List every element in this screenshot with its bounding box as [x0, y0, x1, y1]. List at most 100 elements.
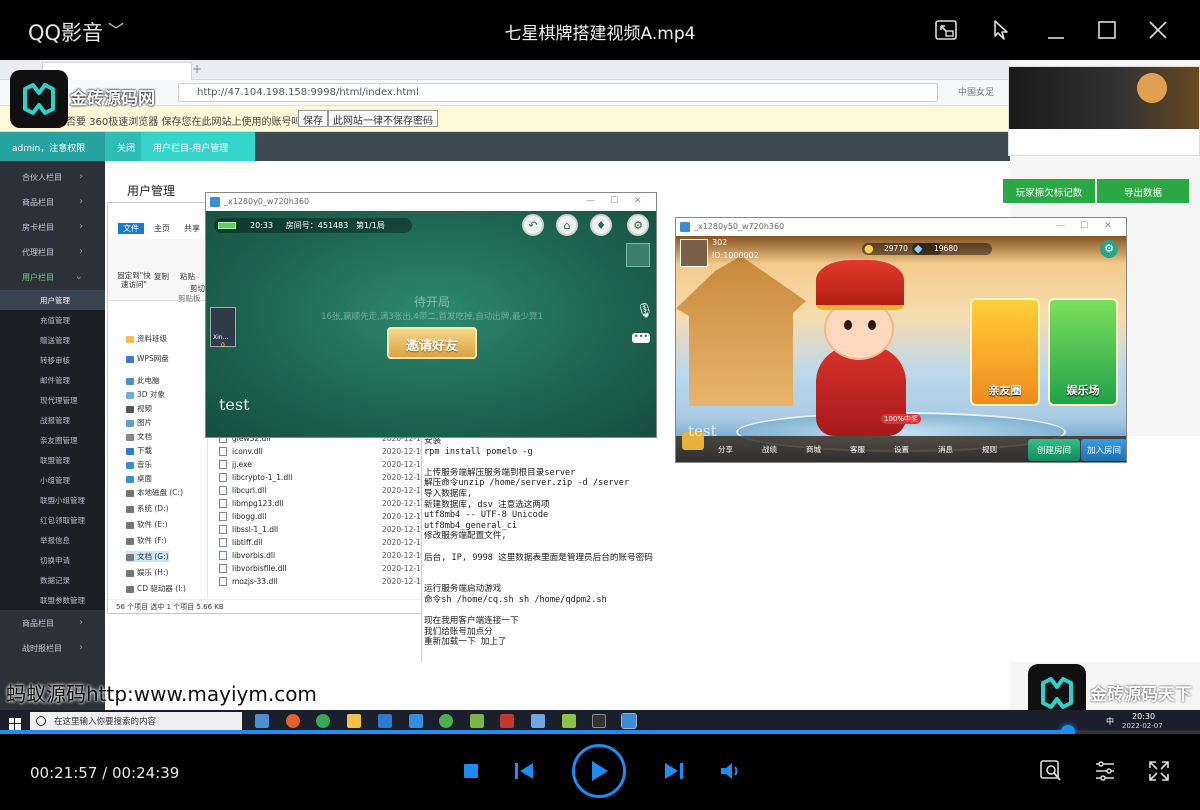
game-table[interactable]: 20:33 房间号：451483 第1/1局 ↶ ⌂ ♦ ⚙ 待开局 16张,赢…: [206, 211, 656, 437]
screenshot-icon[interactable]: [1038, 758, 1064, 784]
chat-icon[interactable]: •••: [632, 333, 650, 343]
file-row[interactable]: libogg.dll 2020-12-15: [216, 511, 426, 524]
close-icon[interactable]: ✕: [1104, 221, 1112, 231]
mini-mode-icon[interactable]: [932, 16, 960, 44]
create-room-button[interactable]: 创建房间: [1028, 439, 1080, 461]
app-icon[interactable]: [531, 714, 545, 728]
copy-button[interactable]: 复制: [154, 271, 169, 282]
sidebar-subitem[interactable]: 战报管理: [0, 410, 105, 430]
lobby-menu-item[interactable]: 客服: [850, 444, 865, 455]
avatar[interactable]: [680, 239, 708, 267]
gear-icon[interactable]: ⚙: [1100, 240, 1118, 258]
sidebar-subitem[interactable]: 红包领取管理: [0, 510, 105, 530]
taskview-icon[interactable]: [255, 714, 269, 728]
minimize-icon[interactable]: —: [586, 196, 595, 206]
taskbar-search-box[interactable]: 在这里输入你要搜索的内容: [30, 712, 242, 730]
file-row[interactable]: libtiff.dll 2020-12-15: [216, 537, 426, 550]
tab-share[interactable]: 共享: [184, 223, 200, 234]
entertainment-card[interactable]: 娱乐场: [1048, 298, 1118, 406]
close-icon[interactable]: [1144, 16, 1172, 44]
sidebar-subitem[interactable]: 用户管理: [0, 290, 105, 310]
maximize-icon[interactable]: ☐: [1080, 221, 1088, 231]
previous-icon[interactable]: [512, 760, 536, 782]
notes-document[interactable]: 安装 rpm install pomelo -g 上传服务端解压服务端到根目录ser…: [421, 436, 1200, 662]
nav-item[interactable]: CD 驱动器 (I:): [126, 583, 186, 594]
sidebar-subitem[interactable]: 举报信息: [0, 530, 105, 550]
gear-icon[interactable]: ⚙: [627, 214, 649, 236]
sidebar-subitem[interactable]: 转移审核: [0, 350, 105, 370]
sidebar-subitem[interactable]: 联盟管理: [0, 450, 105, 470]
nav-item[interactable]: 音乐: [126, 459, 152, 470]
file-row[interactable]: mozjs-33.dll 2020-12-15: [216, 576, 426, 589]
player-records-button[interactable]: 玩家振欠标记数: [1003, 179, 1095, 203]
next-icon[interactable]: [662, 760, 686, 782]
firefox-icon[interactable]: [286, 714, 300, 728]
nav-item[interactable]: WPS网盘: [126, 353, 169, 364]
nav-item[interactable]: 文档 (G:): [126, 551, 169, 562]
volume-icon[interactable]: [718, 760, 744, 782]
lobby-menu-item[interactable]: 商城: [806, 444, 821, 455]
nav-item[interactable]: 视频: [126, 403, 152, 414]
maximize-icon[interactable]: [1093, 16, 1121, 44]
minimize-icon[interactable]: —: [1056, 221, 1065, 231]
nav-item[interactable]: 系统 (D:): [126, 503, 169, 514]
home-icon[interactable]: ⌂: [556, 214, 578, 236]
nav-item[interactable]: 文档: [126, 431, 152, 442]
join-room-button[interactable]: 加入房间: [1081, 439, 1126, 461]
maximize-icon[interactable]: ☐: [610, 196, 618, 206]
sidebar-item-roomcard[interactable]: 房卡栏目 ›: [0, 215, 105, 240]
new-tab-icon[interactable]: +: [192, 62, 202, 76]
nav-item[interactable]: 3D 对象: [126, 389, 165, 400]
lobby-scene[interactable]: 302 ID:1000002 29770 19680 ● ◆ ⚙ 100%中奖 …: [676, 236, 1126, 462]
microphone-icon[interactable]: 🎙: [636, 303, 654, 319]
lobby-menu-item[interactable]: 消息: [938, 444, 953, 455]
sidebar-subitem[interactable]: 充值管理: [0, 310, 105, 330]
nav-item[interactable]: 软件 (F:): [126, 535, 167, 546]
file-row[interactable]: libcurl.dll 2020-12-15: [216, 485, 426, 498]
sidebar-item-report[interactable]: 战时报栏目 ›: [0, 636, 105, 661]
back-icon[interactable]: ↶: [522, 214, 544, 236]
play-button[interactable]: [572, 744, 626, 798]
nav-item[interactable]: 桌面: [126, 473, 152, 484]
paste-button[interactable]: 粘贴: [180, 271, 195, 282]
search-suggestion[interactable]: 中国女足: [958, 85, 994, 98]
sidebar-subitem[interactable]: 联盟小组管理: [0, 490, 105, 510]
pin-quick-access-button[interactable]: 固定到"快速访问": [114, 271, 154, 289]
side-panel-icon[interactable]: [626, 243, 650, 267]
sidebar-subitem[interactable]: 邮件管理: [0, 370, 105, 390]
lobby-menu-item[interactable]: 设置: [894, 444, 909, 455]
sidebar-subitem[interactable]: 切换申请: [0, 550, 105, 570]
lobby-menu-item[interactable]: 战绩: [762, 444, 777, 455]
url-field[interactable]: http://47.104.198.158:9998/html/index.ht…: [178, 83, 938, 102]
minimize-icon[interactable]: [1042, 16, 1070, 44]
nav-item[interactable]: 下载: [126, 445, 152, 456]
save-password-button[interactable]: 保存: [298, 110, 328, 127]
admin-close-tab[interactable]: 关闭: [105, 132, 141, 161]
never-save-button[interactable]: 此网站一律不保存密码: [328, 110, 438, 127]
invite-friends-button[interactable]: 邀请好友: [387, 327, 477, 359]
app-icon[interactable]: [378, 714, 392, 728]
sidebar-item-agent[interactable]: 代理栏目 ›: [0, 240, 105, 265]
sidebar-item-goods[interactable]: 商品栏目 ›: [0, 190, 105, 215]
nav-item[interactable]: 资料班级: [126, 333, 167, 344]
file-row[interactable]: libvorbisfile.dll 2020-12-15: [216, 563, 426, 576]
sidebar-item-user[interactable]: 用户栏目 ⌄: [0, 265, 105, 290]
file-row[interactable]: libcrypto-1_1.dll 2020-12-15: [216, 472, 426, 485]
sidebar-subitem[interactable]: 现代理管理: [0, 390, 105, 410]
folder-icon[interactable]: [347, 714, 361, 728]
file-row[interactable]: libmpg123.dll 2020-12-15: [216, 498, 426, 511]
tab-file[interactable]: 文件: [118, 223, 144, 234]
diamond-counter[interactable]: 19680: [912, 243, 992, 255]
friends-circle-card[interactable]: 亲友圈: [970, 298, 1040, 406]
sidebar-subitem[interactable]: 数据记录: [0, 570, 105, 590]
file-row[interactable]: jj.exe 2020-12-15: [216, 459, 426, 472]
pin-icon[interactable]: [987, 16, 1015, 44]
video-frame[interactable]: + http://47.104.198.158:9998/html/index.…: [0, 60, 1200, 730]
chrome-icon[interactable]: [316, 714, 330, 728]
fullscreen-icon[interactable]: [1146, 758, 1172, 784]
windows-start-icon[interactable]: [9, 715, 21, 730]
lobby-menu-item[interactable]: 分享: [718, 444, 733, 455]
close-icon[interactable]: ✕: [634, 196, 642, 206]
nav-item[interactable]: 娱乐 (H:): [126, 567, 168, 578]
sidebar-subitem[interactable]: 联盟参数管理: [0, 590, 105, 610]
